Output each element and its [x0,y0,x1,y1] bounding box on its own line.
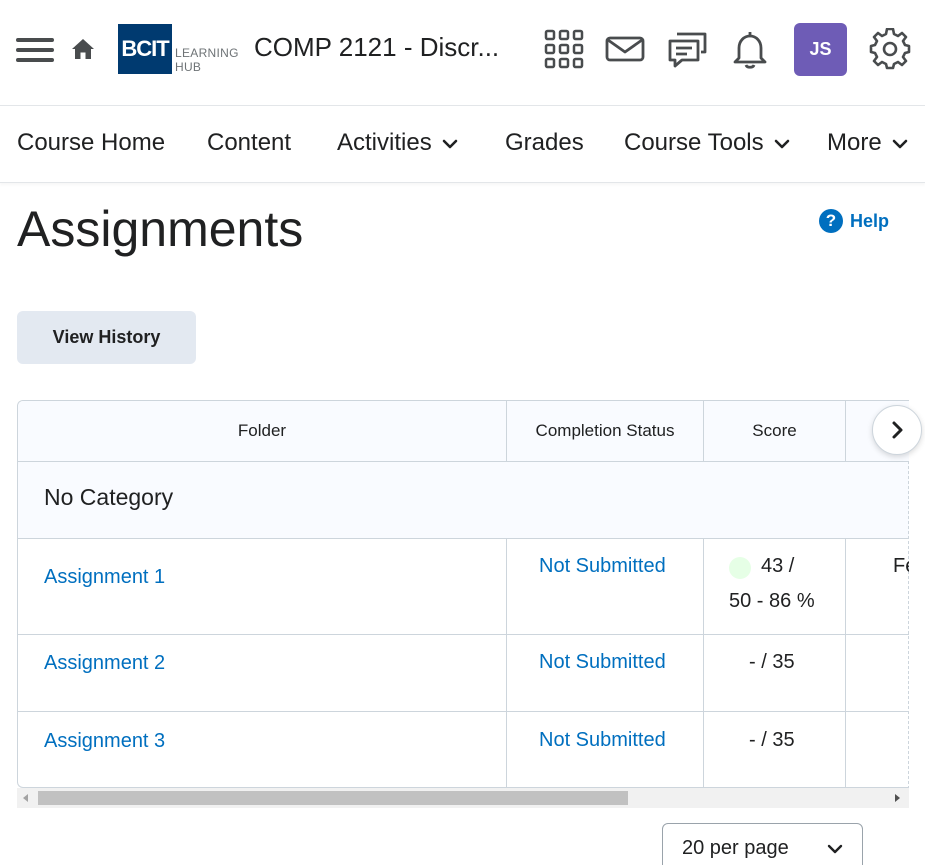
column-divider [703,538,704,787]
row-divider [18,711,909,712]
assignment-2-score: - / 35 [749,651,795,673]
user-avatar[interactable]: JS [794,23,847,76]
category-label: No Category [44,484,174,510]
score-status-dot [729,557,751,579]
assignment-3-status[interactable]: Not Submitted [539,729,666,752]
nav-course-home-label: Course Home [17,129,166,156]
scrollbar-thumb[interactable] [38,791,628,805]
nav-course-tools[interactable]: Course Tools [624,129,790,157]
chevron-down-icon [827,844,843,854]
help-label: Help [850,211,890,231]
assignment-1-link[interactable]: Assignment 1 [44,566,165,589]
logo-mark: BCIT [118,24,172,74]
nav-grades[interactable]: Grades [505,129,584,157]
header-folder[interactable]: Folder [18,401,506,461]
mail-icon[interactable] [604,28,646,70]
assignment-3-link[interactable]: Assignment 3 [44,730,165,753]
bell-icon[interactable] [729,28,771,70]
column-divider [845,401,846,461]
scroll-left-arrow-icon[interactable] [23,794,28,802]
chat-icon[interactable] [667,28,709,70]
scroll-right-button[interactable] [872,405,922,455]
header-score[interactable]: Score [704,401,845,461]
assignment-2-link[interactable]: Assignment 2 [44,652,165,675]
course-title[interactable]: COMP 2121 - Discr... [254,32,499,63]
column-divider [908,461,909,787]
chevron-down-icon [774,139,789,148]
nav-more[interactable]: More [827,129,908,157]
per-page-select[interactable]: 20 per page [662,823,863,865]
help-question-icon: ? [819,209,843,233]
assignment-1-truncated-cell: Fe [893,555,909,577]
assignment-1-score-percent: 50 - 86 % [729,590,815,612]
column-divider [506,401,507,461]
chevron-down-icon [892,139,907,148]
chevron-right-icon [892,421,903,439]
logo-text-line1: LEARNING [175,46,239,60]
chevron-down-icon [442,139,457,148]
header-completion-status[interactable]: Completion Status [507,401,703,461]
assignment-1-status[interactable]: Not Submitted [539,555,666,578]
nav-grades-label: Grades [505,129,584,156]
logo-text: LEARNING HUB [175,46,239,74]
assignment-2-status[interactable]: Not Submitted [539,651,666,674]
row-divider [18,634,909,635]
table-horizontal-scrollbar[interactable] [17,788,909,808]
nav-course-home[interactable]: Course Home [17,129,165,157]
home-icon[interactable] [70,36,96,62]
nav-more-label: More [827,129,882,156]
nav-activities[interactable]: Activities [337,129,458,157]
column-divider [703,401,704,461]
nav-content[interactable]: Content [207,129,291,157]
column-divider [506,538,507,787]
per-page-value: 20 per page [682,837,789,859]
apps-grid-icon[interactable] [543,28,585,70]
row-divider [18,538,909,539]
bcit-learning-hub-logo[interactable]: BCIT LEARNING HUB [118,24,238,76]
nav-activities-label: Activities [337,129,432,156]
top-bar: BCIT LEARNING HUB COMP 2121 - Discr... J… [0,0,925,106]
scroll-right-arrow-icon[interactable] [895,794,900,802]
view-history-button[interactable]: View History [17,311,196,364]
menu-icon[interactable] [16,36,54,64]
logo-text-line2: HUB [175,60,202,74]
course-navbar: Course Home Content Activities Grades Co… [0,107,925,183]
nav-content-label: Content [207,129,292,156]
row-divider [18,461,909,462]
column-divider [845,538,846,787]
gear-icon[interactable] [869,27,911,70]
page-title: Assignments [17,201,304,257]
assignment-1-score: 43 / [761,555,795,577]
assignment-3-score: - / 35 [749,729,795,751]
assignments-table: Folder Completion Status Score No Catego… [17,400,909,788]
nav-course-tools-label: Course Tools [624,129,764,156]
